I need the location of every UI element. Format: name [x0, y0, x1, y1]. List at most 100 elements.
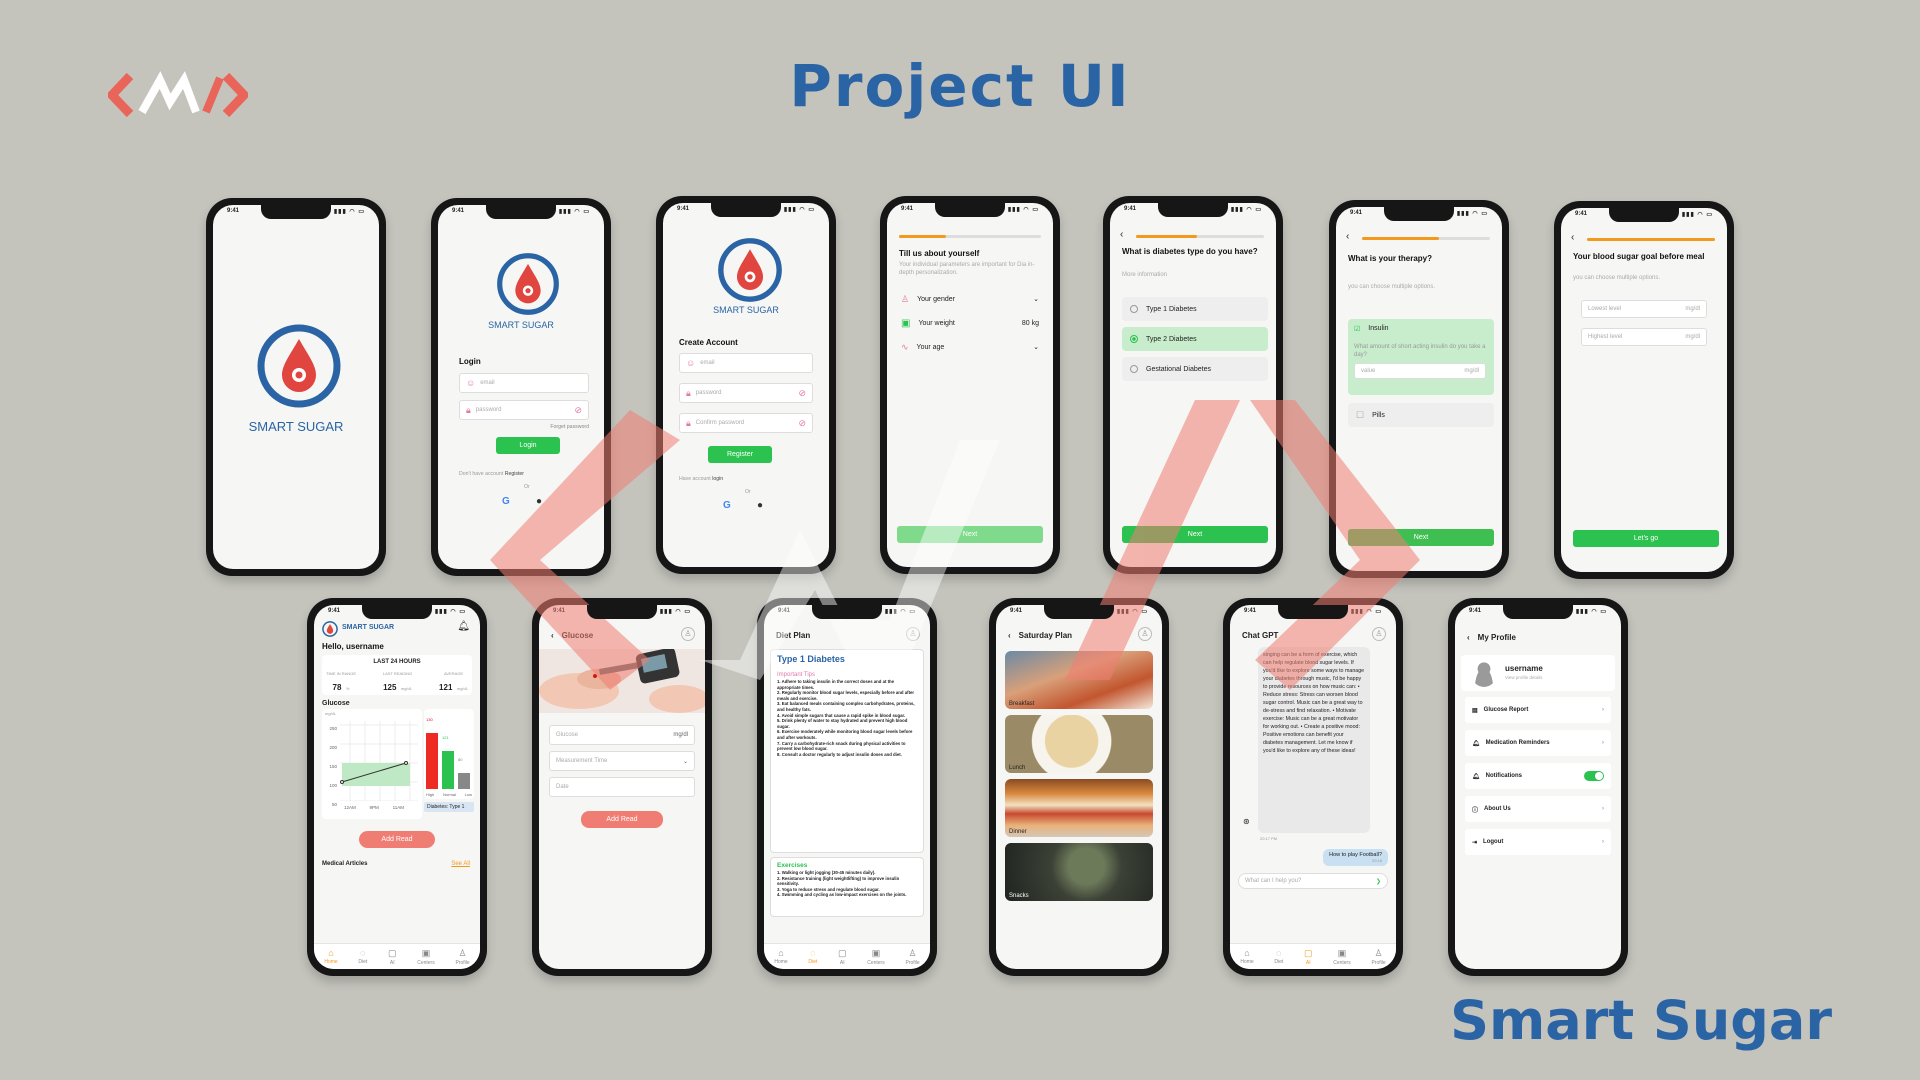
screen-title: My Profile	[1477, 632, 1516, 642]
password-field[interactable]: 🔒︎ password ⊘	[679, 383, 813, 403]
insulin-value-field[interactable]: value mg/dl	[1354, 363, 1486, 379]
tab-home[interactable]: ⌂ Home	[774, 948, 787, 965]
option-type2[interactable]: Type 2 Diabetes	[1122, 327, 1268, 351]
see-all-link[interactable]: See All	[451, 861, 470, 867]
tab-centers[interactable]: ▣ Centers	[1333, 948, 1351, 966]
next-button[interactable]: Next	[1122, 526, 1268, 543]
page-title: Project UI	[789, 52, 1131, 120]
avatar-icon[interactable]: ♙	[681, 627, 695, 641]
tab-profile[interactable]: ♙ Profile	[905, 948, 919, 966]
menu-about-us[interactable]: ⓘ About Us ›	[1465, 796, 1611, 822]
goal-heading: Your blood sugar goal before meal	[1573, 252, 1705, 261]
menu-notifications[interactable]: 🔔︎ Notifications	[1465, 763, 1611, 789]
forgot-password-link[interactable]: Forget password	[550, 424, 589, 431]
brand-name: Smart Sugar	[1450, 989, 1832, 1052]
phone-profile: 9:41 ▮▮▮ ◠ ▭ ‹ My Profile username View pr…	[1448, 598, 1628, 976]
login-link[interactable]: login	[712, 476, 723, 482]
highest-level-field[interactable]: Highest level mg/dl	[1581, 328, 1707, 346]
tab-diet[interactable]: ◌ Diet	[1274, 948, 1283, 965]
tab-home[interactable]: ⌂ Home	[1240, 948, 1253, 965]
exercises-text: 1. Walking or light jogging (30-45 minut…	[777, 870, 907, 898]
eye-off-icon[interactable]: ⊘	[798, 418, 806, 429]
send-icon[interactable]: ❯	[1376, 878, 1381, 885]
eye-off-icon[interactable]: ⊘	[798, 388, 806, 399]
weight-row[interactable]: ▣ Your weight 80 kg	[893, 311, 1047, 335]
add-read-button[interactable]: Add Read	[359, 831, 435, 848]
meal-lunch[interactable]: Lunch	[1005, 715, 1153, 773]
tab-bar: ⌂ Home ◌ Diet ▢ AI ▣ Centers ♙ Profile	[764, 943, 930, 969]
avatar-icon[interactable]: ♙	[1372, 627, 1386, 641]
back-icon[interactable]: ‹	[1120, 229, 1123, 240]
measurement-time-select[interactable]: Measurement Time ⌄	[549, 751, 695, 771]
user-message: How to play Football? 20:18	[1323, 849, 1388, 866]
checkbox-icon: ☐	[1356, 409, 1365, 420]
profile-card[interactable]: username View profile details	[1461, 655, 1615, 691]
meal-dinner[interactable]: Dinner	[1005, 779, 1153, 837]
tab-centers[interactable]: ▣ Centers	[417, 948, 435, 966]
stats-card: LAST 24 HOURS TIME IN RANGE 78 % LAST REA…	[322, 655, 472, 695]
home-icon: ⌂	[778, 948, 784, 958]
avatar-icon[interactable]: ♙	[1138, 627, 1152, 641]
eye-off-icon[interactable]: ⊘	[574, 405, 582, 416]
add-read-button[interactable]: Add Read	[581, 811, 663, 828]
tab-centers[interactable]: ▣ Centers	[867, 948, 885, 966]
insulin-option[interactable]: ☑ Insulin What amount of short acting ins…	[1348, 319, 1494, 395]
exercises-heading: Exercises	[777, 862, 808, 869]
meal-snacks[interactable]: Snacks	[1005, 843, 1153, 901]
apple-icon[interactable]: ●	[536, 496, 542, 507]
register-link[interactable]: Register	[505, 471, 524, 477]
next-button[interactable]: Next	[897, 526, 1043, 543]
glucose-field[interactable]: Glucose mg/dl	[549, 725, 695, 745]
app-logo-icon	[497, 253, 559, 315]
back-icon[interactable]: ‹	[551, 631, 554, 640]
menu-medication-reminders[interactable]: 🔔︎ Medication Reminders ›	[1465, 730, 1611, 756]
tab-ai[interactable]: ▢ AI	[1304, 948, 1313, 966]
back-icon[interactable]: ‹	[1346, 231, 1349, 242]
login-button[interactable]: Login	[496, 437, 560, 454]
about-subtitle: Your individual parameters are important…	[899, 262, 1035, 276]
chat-input[interactable]: What can I help you? ❯	[1238, 873, 1388, 889]
back-icon[interactable]: ‹	[1008, 631, 1011, 640]
articles-heading: Medical Articles	[322, 861, 368, 867]
apple-icon: ◌	[360, 948, 366, 958]
age-row[interactable]: ∿ Your age ⌄	[893, 335, 1047, 359]
tab-profile[interactable]: ♙ Profile	[455, 948, 469, 966]
lock-icon: 🔒︎	[686, 387, 691, 398]
back-icon[interactable]: ‹	[1467, 633, 1470, 642]
notifications-toggle[interactable]	[1584, 771, 1604, 781]
avatar-icon[interactable]: ♙	[906, 627, 920, 641]
back-icon[interactable]: ‹	[1571, 232, 1574, 243]
menu-glucose-report[interactable]: ▤ Glucose Report ›	[1465, 697, 1611, 723]
report-icon: ▤	[1472, 707, 1478, 714]
phone-saturday-plan: 9:41 ▮▮▮ ◠ ▭ ‹ Saturday Plan ♙ Breakfast L…	[989, 598, 1169, 976]
menu-logout[interactable]: ⇥ Logout ›	[1465, 829, 1611, 855]
screen-title: Diet Plan	[776, 630, 811, 640]
tab-diet[interactable]: ◌ Diet	[358, 948, 367, 965]
hospital-icon: ▣	[871, 947, 881, 958]
password-field[interactable]: 🔒︎ password ⊘	[459, 400, 589, 420]
tab-diet[interactable]: ◌ Diet	[808, 948, 817, 965]
option-gestational[interactable]: Gestational Diabetes	[1122, 357, 1268, 381]
google-icon[interactable]: G	[502, 496, 510, 507]
next-button[interactable]: Next	[1348, 529, 1494, 546]
option-type1[interactable]: Type 1 Diabetes	[1122, 297, 1268, 321]
email-field[interactable]: ☺ email	[679, 353, 813, 373]
apple-icon[interactable]: ●	[757, 500, 763, 511]
tab-profile[interactable]: ♙ Profile	[1371, 948, 1385, 966]
email-field[interactable]: ☺ email	[459, 373, 589, 393]
tab-ai[interactable]: ▢ AI	[388, 948, 397, 966]
confirm-password-field[interactable]: 🔒︎ Confirm password ⊘	[679, 413, 813, 433]
phone-login: 9:41 ▮▮▮ ◠ ▭ SMART SUGAR Login ☺ email 🔒︎ p…	[431, 198, 611, 576]
tab-ai[interactable]: ▢ AI	[838, 948, 847, 966]
date-field[interactable]: Date	[549, 777, 695, 797]
lowest-level-field[interactable]: Lowest level mg/dl	[1581, 300, 1707, 318]
meal-breakfast[interactable]: Breakfast	[1005, 651, 1153, 709]
lets-go-button[interactable]: Let's go	[1573, 530, 1719, 547]
google-icon[interactable]: G	[723, 500, 731, 511]
tab-home[interactable]: ⌂ Home	[324, 948, 337, 965]
gender-row[interactable]: ♙ Your gender ⌄	[893, 287, 1047, 311]
login-heading: Login	[459, 357, 481, 366]
bell-icon[interactable]: 🔔︎	[457, 621, 470, 632]
pills-option[interactable]: ☐ Pills	[1348, 403, 1494, 427]
register-button[interactable]: Register	[708, 446, 772, 463]
